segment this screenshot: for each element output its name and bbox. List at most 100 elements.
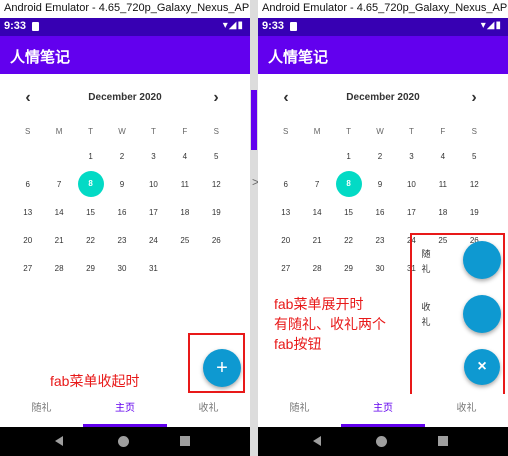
calendar-day[interactable]: 8 [333,170,364,198]
back-icon[interactable] [55,436,63,446]
calendar-day[interactable]: 30 [106,254,137,282]
calendar-day[interactable]: 27 [12,254,43,282]
calendar-day[interactable]: 23 [106,226,137,254]
calendar-day-number: 13 [23,207,33,217]
calendar-day[interactable]: 29 [75,254,106,282]
calendar-day-number: 22 [344,235,354,245]
nav-tab-shouli[interactable]: 收礼 [167,394,250,427]
calendar-day[interactable]: 23 [364,226,395,254]
calendar-day[interactable]: 4 [427,142,458,170]
calendar-day[interactable]: 16 [106,198,137,226]
calendar-day-number: 4 [182,151,188,161]
home-icon[interactable] [118,436,129,447]
calendar-day[interactable]: 6 [270,170,301,198]
nav-tab-home[interactable]: 主页 [83,394,167,427]
calendar-day[interactable]: 12 [459,170,490,198]
signal-battery-icons: ▾◢▮ [222,20,244,31]
calendar-day-number: 10 [148,179,158,189]
calendar-day[interactable]: 2 [106,142,137,170]
calendar-day[interactable]: 14 [43,198,74,226]
calendar-day[interactable]: 13 [12,198,43,226]
nav-tab-shouli[interactable]: 收礼 [425,394,508,427]
calendar-day[interactable]: 11 [169,170,200,198]
calendar-day[interactable]: 17 [396,198,427,226]
calendar-day[interactable]: 7 [43,170,74,198]
calendar-day-number: 17 [148,207,158,217]
calendar-day[interactable]: 21 [301,226,332,254]
calendar-day[interactable]: 10 [138,170,169,198]
calendar-day[interactable]: 25 [169,226,200,254]
calendar-day[interactable]: 24 [138,226,169,254]
calendar-day[interactable]: 5 [201,142,232,170]
back-icon[interactable] [313,436,321,446]
calendar-day[interactable]: 20 [270,226,301,254]
calendar-day[interactable]: 27 [270,254,301,282]
status-time: 9:33 [262,20,285,32]
calendar-day[interactable]: 3 [396,142,427,170]
nav-tab-suili[interactable]: 随礼 [0,394,83,427]
calendar-day[interactable]: 12 [201,170,232,198]
calendar-day[interactable]: 22 [75,226,106,254]
recents-icon[interactable] [438,436,448,446]
annotation-line-1: fab菜单展开时 [274,296,364,312]
calendar-day-number: 5 [214,151,219,161]
next-month-icon[interactable]: › [464,88,484,108]
calendar-day-number: 6 [25,179,30,189]
calendar-day[interactable]: 20 [12,226,43,254]
calendar-day[interactable]: 17 [138,198,169,226]
calendar-day-number: 12 [211,179,221,189]
calendar-day-number: 21 [54,235,64,245]
calendar-day[interactable]: 10 [396,170,427,198]
calendar-day-number: 27 [281,263,291,273]
next-month-icon[interactable]: › [206,88,226,108]
calendar-day[interactable]: 28 [43,254,74,282]
calendar-day[interactable]: 8 [75,170,106,198]
calendar-day[interactable]: 6 [12,170,43,198]
calendar-day[interactable]: 21 [43,226,74,254]
calendar-day[interactable]: 19 [459,198,490,226]
calendar-day[interactable]: 29 [333,254,364,282]
calendar-day[interactable]: 15 [333,198,364,226]
calendar-day-number: 2 [119,151,125,161]
annotation-line-3: fab按钮 [274,336,322,352]
calendar-day[interactable]: 30 [364,254,395,282]
calendar-day[interactable]: 13 [270,198,301,226]
weekday-label: S [25,127,31,136]
calendar-day[interactable]: 26 [201,226,232,254]
calendar-day-number: 15 [344,207,354,217]
calendar-day-number: 9 [119,179,125,189]
calendar-day[interactable]: 31 [138,254,169,282]
calendar-day[interactable]: 16 [364,198,395,226]
calendar-day[interactable]: 19 [201,198,232,226]
calendar-day[interactable]: 15 [75,198,106,226]
calendar-day[interactable]: 4 [169,142,200,170]
weekday-label: T [150,127,156,136]
calendar-day[interactable]: 5 [459,142,490,170]
annotation-text: fab菜单收起时 [50,373,140,389]
nav-tab-suili[interactable]: 随礼 [258,394,341,427]
calendar-day[interactable]: 18 [169,198,200,226]
calendar-day[interactable]: 3 [138,142,169,170]
divider-accent [251,90,257,150]
bottom-navigation: 随礼 主页 收礼 [258,394,508,427]
window-title: Android Emulator - 4.65_720p_Galaxy_Nexu… [0,0,250,18]
calendar-day[interactable]: 7 [301,170,332,198]
calendar-day[interactable]: 2 [364,142,395,170]
calendar-day-number: 16 [117,207,127,217]
app-title: 人情笔记 [258,36,508,74]
calendar-day[interactable]: 9 [364,170,395,198]
calendar-day[interactable]: 11 [427,170,458,198]
calendar-day-number: 18 [438,207,448,217]
calendar-day[interactable]: 22 [333,226,364,254]
calendar-day[interactable]: 1 [333,142,364,170]
calendar-day[interactable]: 18 [427,198,458,226]
calendar-day[interactable]: 14 [301,198,332,226]
weekday-row: SMTWTFS [12,122,232,142]
nav-tab-home[interactable]: 主页 [341,394,425,427]
recents-icon[interactable] [180,436,190,446]
home-icon[interactable] [376,436,387,447]
calendar-day[interactable]: 9 [106,170,137,198]
calendar-day[interactable]: 1 [75,142,106,170]
calendar-day-number: 22 [86,235,96,245]
calendar-day[interactable]: 28 [301,254,332,282]
